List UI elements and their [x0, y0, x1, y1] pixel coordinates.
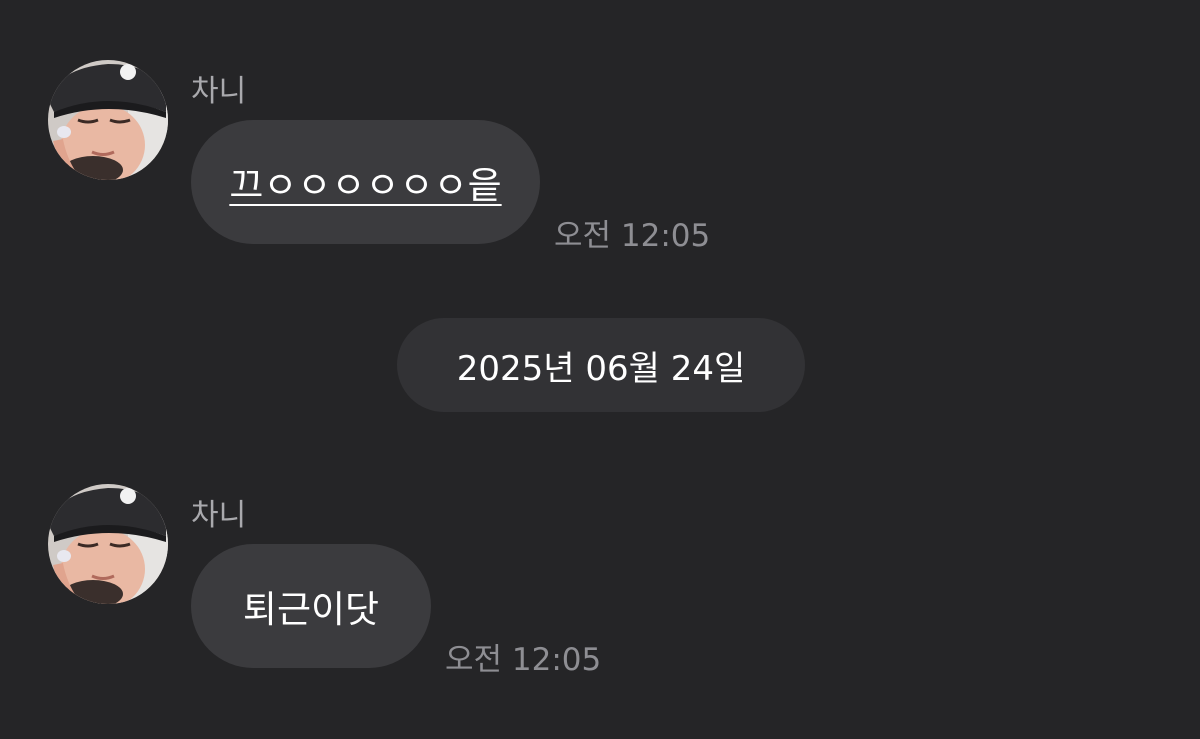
avatar-photo: [48, 60, 168, 180]
chat-view: 차니 끄ㅇㅇㅇㅇㅇㅇ읕 오전 12:05 2025년 06월 24일 차니 퇴근…: [0, 0, 1200, 739]
date-separator: 2025년 06월 24일: [397, 318, 805, 412]
sender-name: 차니: [191, 74, 247, 109]
avatar[interactable]: [48, 60, 168, 180]
message-text: 퇴근이닷: [242, 588, 380, 631]
message-time: 오전 12:05: [445, 642, 602, 678]
message-bubble[interactable]: 퇴근이닷: [191, 544, 431, 668]
avatar-photo: [48, 484, 168, 604]
message-text: 끄ㅇㅇㅇㅇㅇㅇ읕: [229, 164, 502, 207]
sender-name: 차니: [191, 498, 247, 533]
message-bubble[interactable]: 끄ㅇㅇㅇㅇㅇㅇ읕: [191, 120, 540, 244]
message-time: 오전 12:05: [554, 218, 711, 254]
avatar[interactable]: [48, 484, 168, 604]
